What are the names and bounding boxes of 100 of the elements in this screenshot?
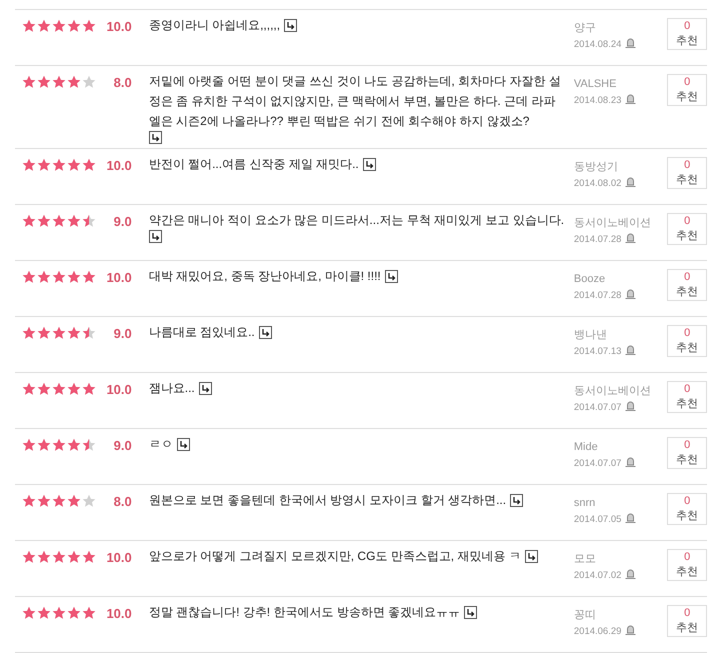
rating-score: 10.0 [105, 157, 132, 174]
star-icon [67, 550, 81, 564]
star-icon [67, 75, 81, 89]
star-icon [67, 214, 81, 228]
comment-text: 대박 재밌어요, 중독 장난아네요, 마이클! !!!! [148, 268, 381, 285]
star-icon [82, 382, 96, 396]
star-icon [52, 214, 66, 228]
user-name: VALSHE [574, 77, 616, 92]
user-name: 뱅나낸 [574, 328, 607, 343]
comment-text: 앞으로가 어떻게 그려질지 모르겠지만, CG도 만족스럽고, 재밌네용 ㅋ [148, 548, 521, 565]
star-icon [37, 606, 51, 620]
rating-score: 9.0 [112, 213, 132, 230]
alarm-icon[interactable] [625, 400, 636, 411]
star-icon [37, 550, 51, 564]
star-icon [22, 382, 36, 396]
star-icon [37, 326, 51, 340]
post-date: 2014.08.02 [574, 178, 622, 189]
star-icon [82, 326, 96, 340]
star-icon [37, 494, 51, 508]
recommend-button[interactable]: 0 추천 [667, 437, 707, 469]
star-icon [82, 494, 96, 508]
alarm-icon[interactable] [625, 176, 636, 187]
reply-icon[interactable] [176, 438, 190, 450]
reply-icon[interactable] [198, 382, 212, 394]
comment-text: 원본으로 보면 좋을텐데 한국에서 방영시 모자이크 할거 생각하면... [148, 492, 506, 509]
reply-icon[interactable] [362, 158, 376, 170]
reply-icon[interactable] [510, 494, 524, 506]
post-date: 2014.08.23 [574, 95, 622, 106]
post-date: 2014.07.05 [574, 514, 622, 525]
star-icon [52, 382, 66, 396]
rating-score: 10.0 [105, 269, 132, 286]
recommend-button[interactable]: 0 추천 [667, 381, 707, 413]
rating-score: 8.0 [112, 493, 132, 510]
star-icon [52, 494, 66, 508]
reply-icon[interactable] [284, 18, 298, 32]
star-icon [22, 438, 36, 452]
alarm-icon[interactable] [625, 344, 636, 355]
comment-text: 정말 괜찮습니다! 강추! 한국에서도 방송하면 좋겠네요ㅠㅠ [148, 604, 460, 621]
alarm-icon[interactable] [625, 93, 636, 104]
recommend-button[interactable]: 0 추천 [667, 325, 707, 357]
star-icon [22, 214, 36, 228]
alarm-icon[interactable] [625, 37, 636, 48]
post-date: 2014.07.28 [574, 290, 622, 301]
star-icon [22, 75, 36, 89]
rating-score: 10.0 [105, 18, 132, 35]
user-name: Booze [574, 272, 606, 287]
reply-icon[interactable] [464, 606, 478, 618]
star-icon [37, 214, 51, 228]
reply-icon[interactable] [258, 326, 272, 338]
reply-icon[interactable] [384, 270, 398, 282]
post-date: 2014.07.28 [574, 234, 622, 245]
star-icon [67, 326, 81, 340]
user-name: 양구 [574, 21, 596, 36]
star-icon [22, 158, 36, 172]
user-name: 동방성기 [574, 160, 618, 175]
star-icon [82, 158, 96, 172]
star-icon [67, 158, 81, 172]
star-icon [37, 19, 51, 33]
recommend-button[interactable]: 0 추천 [667, 213, 707, 245]
reply-icon[interactable] [148, 131, 162, 144]
star-icon [52, 19, 66, 33]
reply-icon[interactable] [524, 550, 538, 562]
star-icon [52, 606, 66, 620]
star-icon [22, 494, 36, 508]
comment-text: ㄹㅇ [148, 436, 173, 453]
post-date: 2014.08.24 [574, 39, 622, 50]
star-icon [67, 438, 81, 452]
comment-text: 잼나요... [148, 380, 195, 397]
star-icon [67, 494, 81, 508]
star-icon [22, 326, 36, 340]
star-icon [82, 438, 96, 452]
recommend-button[interactable]: 0 추천 [667, 605, 707, 637]
recommend-button[interactable]: 0 추천 [667, 493, 707, 525]
user-name: 동서이노베이션 [574, 384, 651, 399]
recommend-button[interactable]: 0 추천 [667, 157, 707, 189]
post-date: 2014.07.13 [574, 346, 622, 357]
alarm-icon[interactable] [625, 288, 636, 299]
star-icon [22, 270, 36, 284]
star-icon [22, 550, 36, 564]
alarm-icon[interactable] [625, 624, 636, 635]
comment-text: 나름대로 점있네요.. [148, 324, 255, 341]
rating-score: 9.0 [112, 437, 132, 454]
comment-text: 종영이라니 아쉽네요,,,,,, [148, 17, 280, 34]
recommend-button[interactable]: 0 추천 [667, 18, 707, 50]
user-name: 동서이노베이션 [574, 216, 651, 231]
alarm-icon[interactable] [625, 568, 636, 579]
recommend-button[interactable]: 0 추천 [667, 269, 707, 301]
star-icon [37, 438, 51, 452]
alarm-icon[interactable] [625, 456, 636, 467]
rating-score: 10.0 [105, 605, 132, 622]
star-icon [82, 606, 96, 620]
reply-icon[interactable] [148, 230, 162, 243]
user-name: Mide [574, 440, 598, 455]
alarm-icon[interactable] [625, 232, 636, 243]
star-icon [52, 75, 66, 89]
star-icon [37, 270, 51, 284]
star-icon [82, 19, 96, 33]
recommend-button[interactable]: 0 추천 [667, 549, 707, 581]
recommend-button[interactable]: 0 추천 [667, 74, 707, 106]
alarm-icon[interactable] [625, 512, 636, 523]
